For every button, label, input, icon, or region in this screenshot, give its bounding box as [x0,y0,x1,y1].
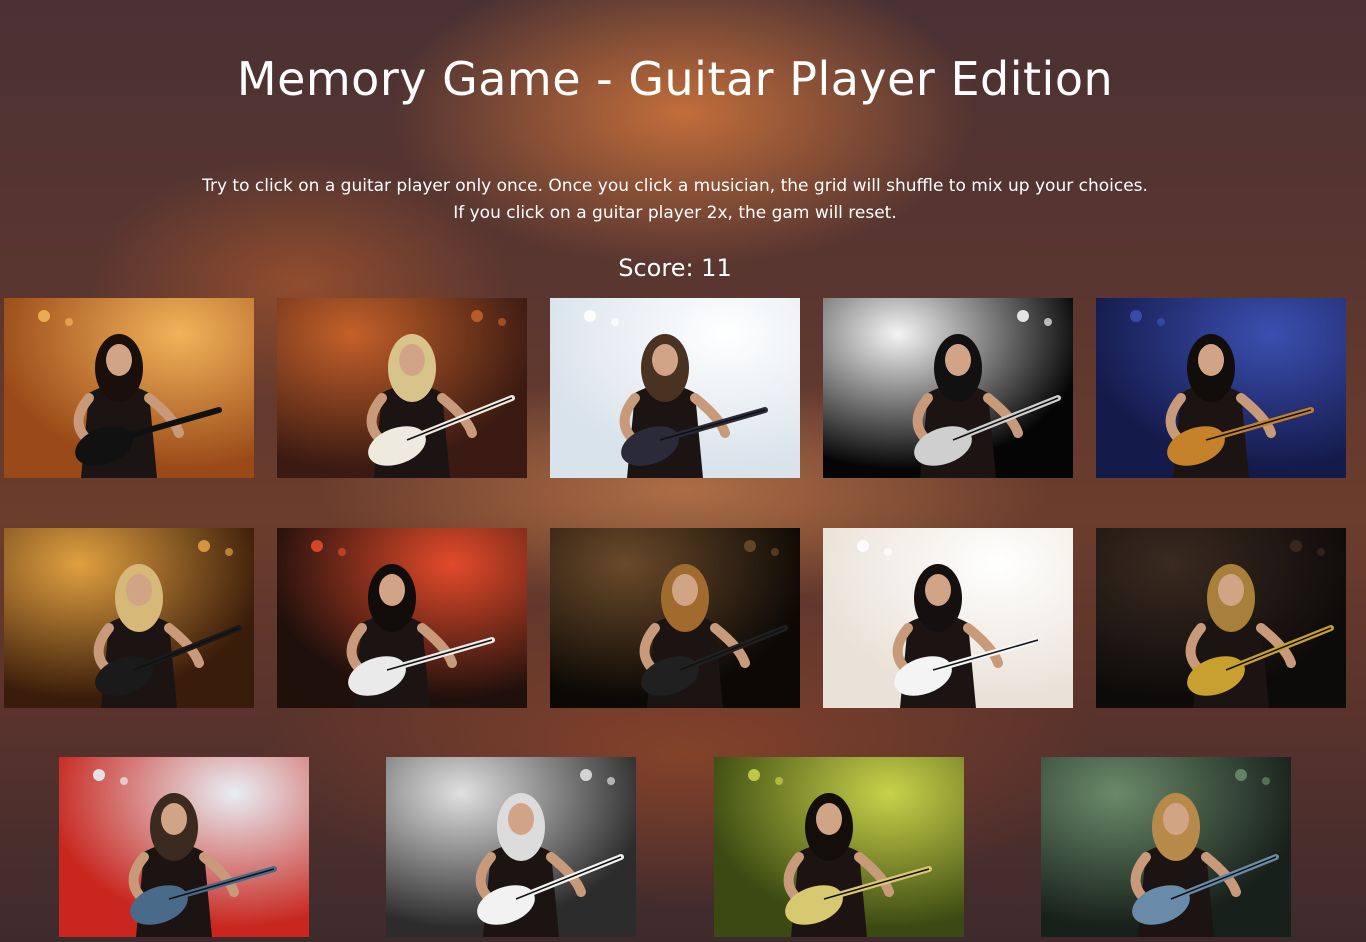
guitarist-card-6[interactable] [4,528,254,708]
guitarist-card-8[interactable] [550,528,800,708]
guitarist-photo [714,757,964,937]
guitarist-photo [1041,757,1291,937]
guitarist-photo [386,757,636,937]
guitarist-card-14[interactable] [1041,757,1291,937]
guitarist-card-9[interactable] [823,528,1073,708]
guitarist-photo [277,528,527,708]
guitarist-photo [1096,298,1346,478]
card-grid [0,0,1366,942]
guitarist-photo [4,528,254,708]
guitarist-photo [59,757,309,937]
guitarist-card-10[interactable] [1096,528,1346,708]
guitarist-card-11[interactable] [59,757,309,937]
guitarist-card-12[interactable] [386,757,636,937]
guitarist-photo [1096,528,1346,708]
guitarist-card-5[interactable] [1096,298,1346,478]
guitarist-photo [550,528,800,708]
guitarist-card-7[interactable] [277,528,527,708]
guitarist-photo [823,298,1073,478]
guitarist-card-13[interactable] [714,757,964,937]
guitarist-card-4[interactable] [823,298,1073,478]
guitarist-card-3[interactable] [550,298,800,478]
guitarist-photo [277,298,527,478]
guitarist-photo [550,298,800,478]
guitarist-photo [823,528,1073,708]
guitarist-card-1[interactable] [4,298,254,478]
guitarist-card-2[interactable] [277,298,527,478]
guitarist-photo [4,298,254,478]
